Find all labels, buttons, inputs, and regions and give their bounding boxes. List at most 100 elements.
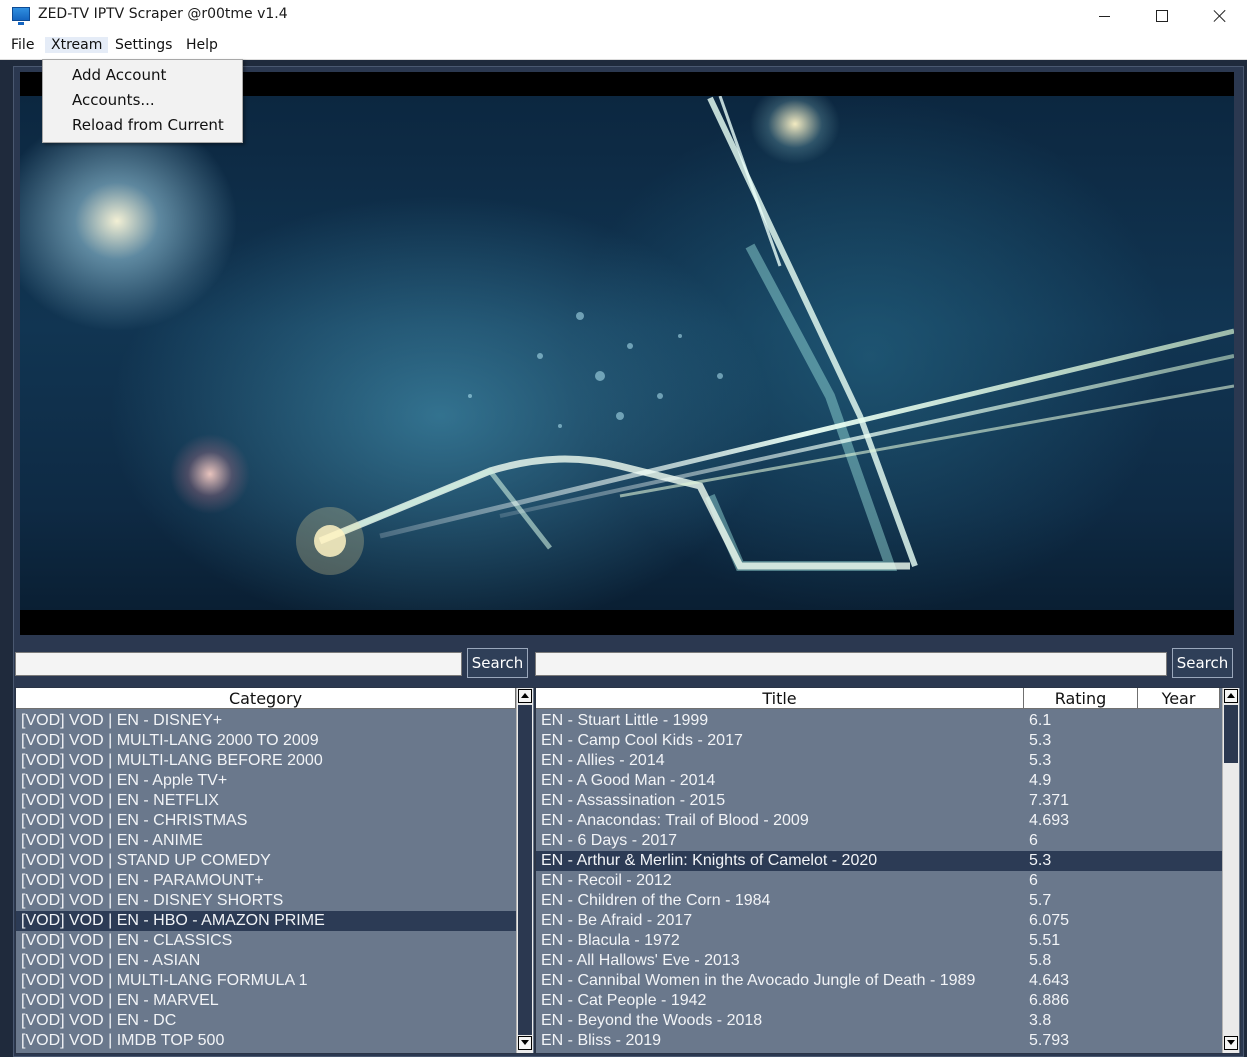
table-row[interactable]: EN - 6 Days - 2017 6 [536,831,1222,851]
list-item[interactable]: [VOD] VOD | EN - DC [16,1011,516,1031]
close-button[interactable] [1191,0,1247,32]
category-search-button[interactable]: Search [467,648,528,678]
category-label: [VOD] VOD | EN - MARVEL [21,992,219,1009]
title-cell: EN - Assassination - 2015 [541,792,726,809]
year-column-header[interactable]: Year [1138,688,1220,709]
category-label: [VOD] VOD | EN - DISNEY SHORTS [21,892,284,909]
title-search-input[interactable] [535,652,1167,676]
close-icon [1213,9,1227,23]
title-cell: EN - Stuart Little - 1999 [541,712,709,729]
list-item[interactable]: [VOD] VOD | EN - HBO - AMAZON PRIME [16,911,516,931]
list-item[interactable]: [VOD] VOD | EN - MARVEL [16,991,516,1011]
title-column-header[interactable]: Title [536,688,1024,709]
list-item[interactable]: [VOD] VOD | STAND UP COMEDY [16,851,516,871]
title-scrollbar[interactable] [1222,688,1239,1053]
maximize-button[interactable] [1133,0,1191,32]
title-scroll-thumb[interactable] [1224,705,1238,763]
category-label: [VOD] VOD | EN - PARAMOUNT+ [21,872,264,889]
minimize-button[interactable] [1075,0,1133,32]
category-label: [VOD] VOD | EN - DC [21,1012,177,1029]
category-scroll-thumb[interactable] [518,705,532,1035]
table-row[interactable]: EN - Recoil - 2012 6 [536,871,1222,891]
table-row[interactable]: EN - Cat People - 1942 6.886 [536,991,1222,1011]
list-item[interactable]: [VOD] VOD | EN - Apple TV+ [16,771,516,791]
scroll-up-icon[interactable] [1224,689,1238,703]
table-row[interactable]: EN - Children of the Corn - 1984 5.7 [536,891,1222,911]
list-item[interactable]: [VOD] VOD | EN - DISNEY+ [16,711,516,731]
list-item[interactable]: [VOD] VOD | MULTI-LANG FORMULA 1 [16,971,516,991]
rating-cell: 4.693 [1029,812,1070,829]
scroll-down-icon[interactable] [1224,1036,1238,1050]
table-row[interactable]: EN - A Good Man - 2014 4.9 [536,771,1222,791]
menu-xtream[interactable]: Xtream [45,37,109,53]
list-item[interactable]: [VOD] VOD | MULTI-LANG 2000 TO 2009 [16,731,516,751]
category-label: [VOD] VOD | EN - Apple TV+ [21,772,228,789]
menu-help[interactable]: Help [186,37,218,53]
category-search-input[interactable] [15,652,462,676]
list-item[interactable]: [VOD] VOD | IMDB TOP 500 [16,1031,516,1051]
rating-cell: 6.886 [1029,992,1070,1009]
rating-cell: 5.8 [1029,952,1052,969]
scroll-down-icon[interactable] [518,1036,532,1050]
table-row[interactable]: EN - Arthur & Merlin: Knights of Camelot… [536,851,1222,871]
category-label: [VOD] VOD | MULTI-LANG BEFORE 2000 [21,752,323,769]
list-item[interactable]: [VOD] VOD | MULTI-LANG BEFORE 2000 [16,751,516,771]
rating-cell: 4.643 [1029,972,1070,989]
title-cell: EN - Recoil - 2012 [541,872,672,889]
title-cell: EN - Bliss - 2019 [541,1032,662,1049]
rating-cell: 5.3 [1029,732,1052,749]
app-monitor-icon [12,7,30,25]
rating-cell: 5.3 [1029,852,1052,869]
title-cell: EN - Cannibal Women in the Avocado Jungl… [541,972,976,989]
category-scrollbar[interactable] [516,688,533,1053]
category-label: [VOD] VOD | EN - ANIME [21,832,203,849]
window-title: ZED-TV IPTV Scraper @r00tme v1.4 [38,6,288,22]
title-cell: EN - Children of the Corn - 1984 [541,892,771,909]
title-cell: EN - Beyond the Woods - 2018 [541,1012,763,1029]
table-row[interactable]: EN - Be Afraid - 2017 6.075 [536,911,1222,931]
list-item[interactable]: [VOD] VOD | EN - CHRISTMAS [16,811,516,831]
menu-bar: File Xtream Settings Help [0,32,1247,60]
table-row[interactable]: EN - Bliss - 2019 5.793 [536,1031,1222,1051]
minimize-icon [1098,15,1110,17]
menu-file[interactable]: File [11,37,34,53]
list-item[interactable]: [VOD] VOD | EN - DISNEY SHORTS [16,891,516,911]
category-column-header[interactable]: Category [16,688,516,709]
table-row[interactable]: EN - All Hallows' Eve - 2013 5.8 [536,951,1222,971]
list-item[interactable]: [VOD] VOD | EN - CLASSICS [16,931,516,951]
rating-column-header[interactable]: Rating [1024,688,1138,709]
category-label: [VOD] VOD | EN - NETFLIX [21,792,219,809]
table-row[interactable]: EN - Cannibal Women in the Avocado Jungl… [536,971,1222,991]
table-row[interactable]: EN - Beyond the Woods - 2018 3.8 [536,1011,1222,1031]
list-item[interactable]: [VOD] VOD | EN - PARAMOUNT+ [16,871,516,891]
title-cell: EN - Blacula - 1972 [541,932,680,949]
menu-item-add-account[interactable]: Add Account [72,66,166,84]
title-cell: EN - Arthur & Merlin: Knights of Camelot… [541,852,878,869]
category-label: [VOD] VOD | EN - CLASSICS [21,932,233,949]
category-list[interactable]: Category [VOD] VOD | EN - DISNEY+ [VOD] V… [15,687,535,1054]
table-row[interactable]: EN - Camp Cool Kids - 2017 5.3 [536,731,1222,751]
category-label: [VOD] VOD | IMDB TOP 500 [21,1032,225,1049]
rating-cell: 6.075 [1029,912,1070,929]
category-label: [VOD] VOD | EN - DISNEY+ [21,712,223,729]
table-row[interactable]: EN - Assassination - 2015 7.371 [536,791,1222,811]
maximize-icon [1156,10,1168,22]
title-cell: EN - A Good Man - 2014 [541,772,716,789]
table-row[interactable]: EN - Anacondas: Trail of Blood - 2009 4.6… [536,811,1222,831]
scroll-up-icon[interactable] [518,689,532,703]
menu-settings[interactable]: Settings [115,37,172,53]
title-cell: EN - Be Afraid - 2017 [541,912,693,929]
title-list[interactable]: Title Rating Year EN - Stuart Little - 1… [535,687,1241,1054]
rating-cell: 6 [1029,832,1038,849]
table-row[interactable]: EN - Allies - 2014 5.3 [536,751,1222,771]
table-row[interactable]: EN - Stuart Little - 1999 6.1 [536,711,1222,731]
menu-item-reload-from-current[interactable]: Reload from Current [72,116,224,134]
video-player[interactable] [20,72,1234,635]
table-row[interactable]: EN - Blacula - 1972 5.51 [536,931,1222,951]
list-item[interactable]: [VOD] VOD | EN - NETFLIX [16,791,516,811]
list-item[interactable]: [VOD] VOD | EN - ASIAN [16,951,516,971]
list-item[interactable]: [VOD] VOD | EN - ANIME [16,831,516,851]
title-search-button[interactable]: Search [1172,648,1233,678]
menu-item-accounts[interactable]: Accounts... [72,91,155,109]
category-label: [VOD] VOD | MULTI-LANG FORMULA 1 [21,972,308,989]
